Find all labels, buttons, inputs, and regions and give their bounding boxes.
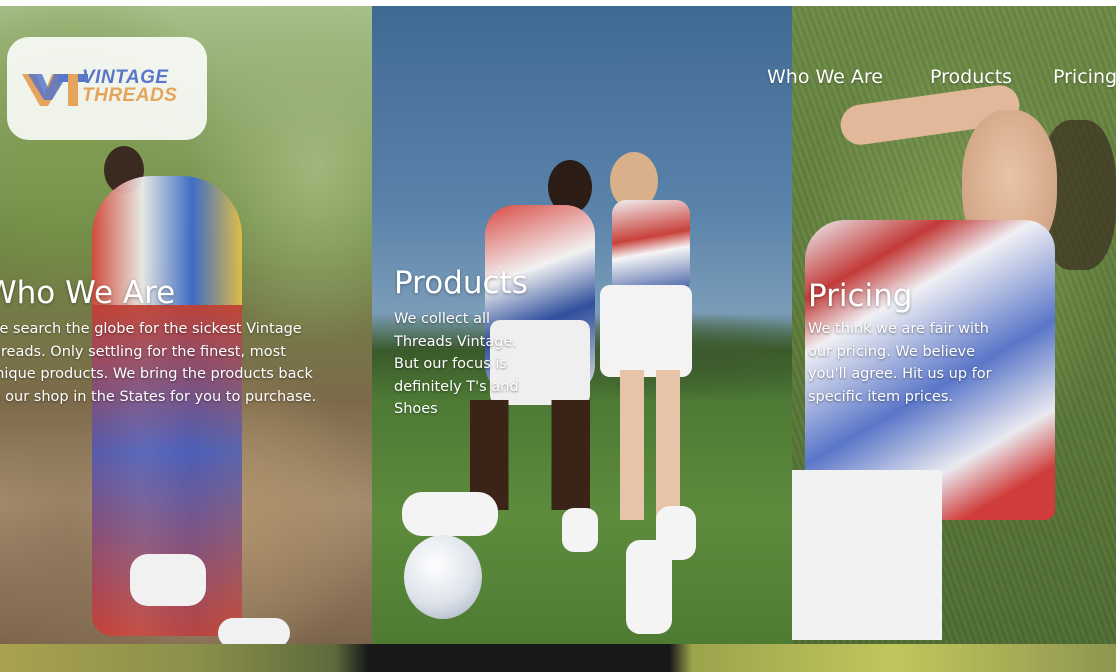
pricing-description: We think we are fair with our pricing. W… — [808, 321, 992, 405]
pricing-heading: Pricing — [808, 278, 913, 314]
model-shoe — [402, 492, 498, 536]
nav-link-products[interactable]: Products — [930, 66, 1012, 88]
soccer-ball — [404, 535, 482, 619]
products-heading: Products — [394, 265, 528, 301]
model-shoe — [562, 508, 598, 552]
who-we-are-description: We search the globe for the sickest Vint… — [0, 321, 317, 405]
next-section-peek — [0, 644, 1116, 672]
model-legs — [620, 370, 680, 520]
products-description: We collect all Threads Vintage. But our … — [394, 311, 519, 417]
nav-link-pricing[interactable]: Pricing — [1053, 66, 1116, 88]
who-we-are-heading: Who We Are — [0, 275, 176, 311]
model-shorts — [600, 285, 692, 377]
who-we-are-text-clip: Who We Are We search the globe for the s… — [0, 6, 372, 644]
model-shoe — [656, 506, 696, 560]
nav-link-who-we-are[interactable]: Who We Are — [767, 66, 883, 88]
model-pants — [792, 470, 942, 640]
model-outfit — [612, 200, 690, 295]
